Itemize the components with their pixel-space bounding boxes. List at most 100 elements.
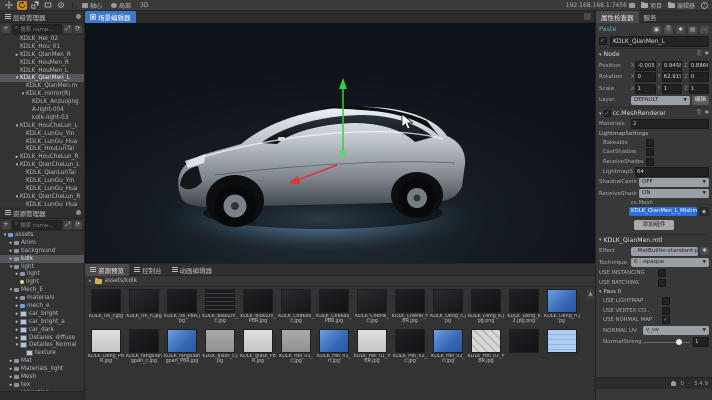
position-z-input[interactable]: 0.886672 (689, 61, 709, 71)
tree-node[interactable]: KDLK_HouMen_R (0, 59, 84, 67)
asset-thumbnail-cell[interactable]: KDLK_Hei_02_PBR.jpg (467, 329, 505, 369)
assets-search-input[interactable]: ⌕ 搜索 name... (12, 220, 62, 230)
mesh-preview-eye-icon[interactable]: ◉ (699, 207, 709, 216)
mesh-asset-field[interactable]: KDLK_QianMen_L_MishinaB-3T (629, 207, 697, 216)
tree-node[interactable]: KDLK_Anzuojing (0, 98, 84, 106)
rotate-tool-icon[interactable] (17, 1, 27, 10)
asset-thumbnail[interactable] (433, 329, 463, 353)
create-node-button[interactable]: + (2, 25, 10, 33)
add-component-button[interactable]: 添加组件 (634, 220, 673, 230)
asset-thumbnail[interactable] (281, 329, 311, 353)
asset-thumbnail[interactable] (205, 329, 235, 353)
asset-thumbnail-cell[interactable]: KDLK_Hei_02_n.jpg (429, 329, 467, 369)
flag-checkbox[interactable] (646, 148, 654, 156)
asset-thumbnail-cell[interactable] (505, 329, 543, 369)
asset-thumbnail[interactable] (167, 289, 197, 313)
copy-url-icon[interactable] (629, 3, 635, 8)
tree-node[interactable]: ▾Detailes_Normal (0, 341, 84, 349)
tree-node[interactable]: ▸KDLK_HouCheLun_R (0, 153, 84, 161)
asset-thumbnail[interactable] (357, 329, 387, 353)
asset-thumbnail-cell[interactable]: KDLK_ChaKou_PBR.jpg (315, 289, 353, 329)
asset-thumbnail[interactable] (319, 329, 349, 353)
refresh-icon[interactable]: ⟳ (74, 25, 82, 33)
tree-node[interactable]: ▸Materials_light (0, 365, 84, 373)
asset-thumbnail[interactable] (357, 289, 387, 313)
asset-thumbnail[interactable] (471, 329, 501, 353)
material-section-header[interactable]: ▾ KDLK_QianMen.mtl (599, 234, 709, 246)
tree-node[interactable]: ▸car_bright_a (0, 318, 84, 326)
technique-dropdown[interactable]: 0 - opaque▼ (631, 258, 709, 267)
tree-node[interactable]: ▸Mat (0, 357, 84, 365)
tree-node[interactable]: ▾KDLK_HouCheLun_L (0, 122, 84, 130)
asset-thumbnail[interactable] (91, 329, 121, 353)
effect-gear-icon[interactable]: ✱ (700, 247, 709, 255)
snap-tool-icon[interactable] (56, 1, 66, 10)
asset-thumbnail-cell[interactable]: KDLK_fangxiangpan_PBR.jpg (163, 329, 201, 369)
notification-bell-icon[interactable] (671, 381, 676, 386)
node-name-field[interactable]: KDLK_QianMen_L (610, 36, 709, 47)
breadcrumb-arrow-icon[interactable]: ▸ (89, 278, 92, 284)
rotation-x-input[interactable]: 0 (635, 72, 655, 82)
move-tool-icon[interactable] (4, 1, 14, 10)
asset-thumbnail[interactable] (395, 289, 425, 313)
gear-icon[interactable]: ✱ (704, 51, 709, 58)
tab-scene-editor[interactable]: 场景编辑器 (85, 11, 136, 23)
collapse-arrow-icon[interactable]: ▾ (599, 237, 602, 243)
tab-service[interactable]: 服务 (639, 11, 662, 23)
collapse-arrow-icon[interactable]: ▾ (599, 289, 602, 295)
node-cube-icon[interactable]: ▣ (652, 26, 661, 34)
asset-thumbnail-cell[interactable]: KDLK_Hei_02_c.jpg (391, 329, 429, 369)
scale-z-input[interactable]: 1 (689, 84, 709, 94)
viewport-options-icon[interactable] (584, 13, 591, 20)
tree-node[interactable]: ▸tex (0, 381, 84, 389)
asset-thumbnail[interactable] (433, 289, 463, 313)
flag-checkbox[interactable] (646, 158, 654, 166)
asset-thumbnail[interactable] (243, 329, 273, 353)
open-project-button[interactable]: 项目 (641, 1, 662, 10)
asset-thumbnail[interactable] (319, 289, 349, 313)
tree-node[interactable]: KDLK_LunGu_Yin (0, 130, 84, 138)
tree-node[interactable]: ▸KDLK_QianMen_R (0, 51, 84, 59)
asset-thumbnail[interactable] (243, 289, 273, 313)
expand-all-icon[interactable]: ⤢ (64, 25, 72, 33)
flag-checkbox[interactable] (662, 307, 670, 315)
lightmap-size-field[interactable]: 64 (635, 167, 709, 177)
materials-count-field[interactable]: 2 (631, 119, 709, 129)
more-icon[interactable]: ⋯ (700, 26, 709, 34)
layer-dropdown[interactable]: DEFAULT▼ (631, 96, 690, 105)
tree-node[interactable]: ▸light (0, 270, 84, 278)
tab-hierarchy[interactable]: 层级管理器 (0, 11, 51, 23)
rotation-z-input[interactable]: 0 (689, 72, 709, 82)
asset-thumbnail-cell[interactable]: KDLK_06_r.jpg (87, 289, 125, 329)
node-active-checkbox[interactable] (599, 37, 607, 45)
tree-node[interactable]: ▸Detailes_diffuse (0, 334, 84, 342)
layer-edit-button[interactable]: 编辑 (692, 96, 709, 105)
copy-icon[interactable]: ⎘ (664, 26, 673, 34)
position-x-input[interactable]: -0.00560 (635, 61, 655, 71)
tab-console[interactable]: 控制台 (129, 264, 167, 276)
asset-thumbnail-cell[interactable]: KDLK_BiaoZhi_c.jpg (201, 289, 239, 329)
settings-gear-icon[interactable]: ✱ (676, 26, 685, 34)
tree-node[interactable]: kdlk-light-03 (0, 114, 84, 122)
flag-checkbox[interactable] (658, 279, 666, 287)
tree-node[interactable]: KDLK_Hou_01 (0, 43, 84, 51)
assets-menu-icon[interactable] (76, 210, 81, 215)
tree-node[interactable]: KDLK_LunGu_Hua (0, 138, 84, 146)
asset-thumbnail-cell[interactable]: KDLK_Hei_01_c.jpg (277, 329, 315, 369)
asset-thumbnail-cell[interactable]: KDLK_glass_PBR.jpg (239, 329, 277, 369)
asset-thumbnail[interactable] (281, 289, 311, 313)
asset-thumbnail-cell[interactable]: KDLK_BiaoZhi_PBR.jpg (239, 289, 277, 329)
asset-thumbnail[interactable] (205, 289, 235, 313)
open-editor-button[interactable]: 编辑器 (668, 1, 695, 10)
asset-thumbnail-cell[interactable]: KDLK_Deng_PBR.jpg (87, 329, 125, 369)
tab-assets[interactable]: 资源管理器 (0, 207, 51, 219)
tree-node[interactable]: ▾KDLK_mirror(R) (0, 90, 84, 98)
node-section-header[interactable]: ▾ Node ⎘✱ (599, 48, 709, 60)
tree-node[interactable]: ▾KDLK_QianMen_L (0, 74, 84, 82)
asset-thumbnail-cell[interactable]: KDLK_ChaKou_c.jpg (277, 289, 315, 329)
tree-node[interactable]: texture (0, 349, 84, 357)
flag-checkbox[interactable] (662, 316, 670, 324)
rotation-y-input[interactable]: 62.919 (662, 72, 683, 82)
tree-node[interactable]: KDLK_Hei_02 (0, 35, 84, 43)
tab-inspector[interactable]: 属性检查器 (596, 11, 639, 23)
